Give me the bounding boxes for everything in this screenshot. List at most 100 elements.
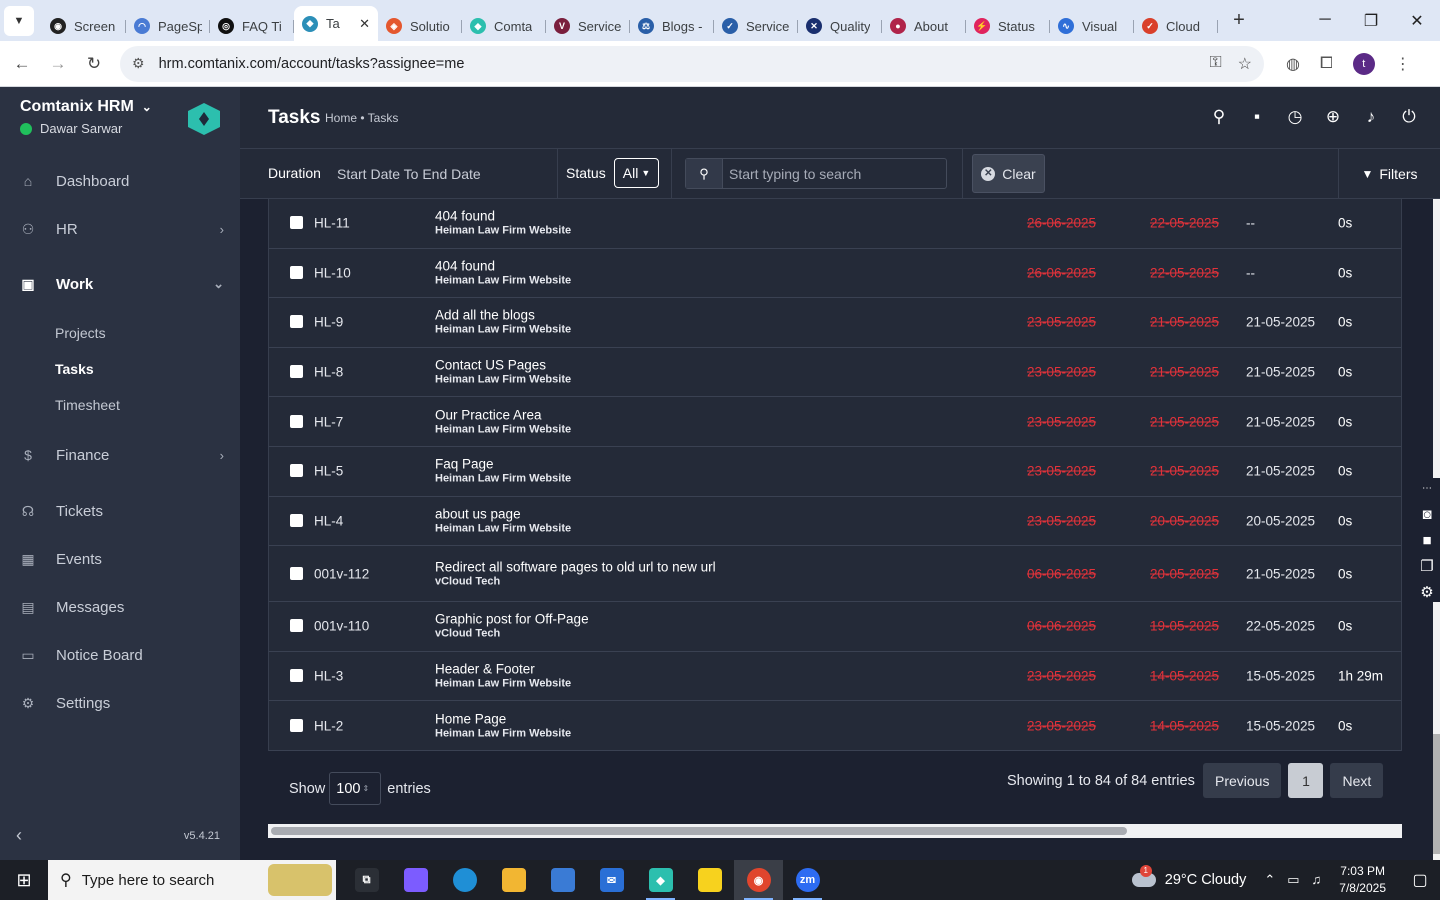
sidebar-item-tickets[interactable]: ☊ Tickets [0,487,240,535]
browser-tab[interactable]: ∿ Visual [1050,11,1134,41]
task-id[interactable]: HL-10 [314,265,351,280]
taskbar-search[interactable]: ⚲ Type here to search [48,860,336,900]
task-id[interactable]: 001v-110 [314,619,369,634]
browser-tab[interactable]: ⚖ Blogs - [630,11,714,41]
profile-avatar[interactable]: t [1352,52,1375,75]
back-button[interactable]: ← [4,54,40,74]
notifications-icon[interactable]: ▢ [1400,870,1440,890]
collapse-sidebar-icon[interactable]: ‹ [16,825,22,846]
browser-tab[interactable]: ◉ Screen [42,11,126,41]
table-row[interactable]: HL-4 23-05-2025 20-05-2025 20-05-2025 0s abou… [269,497,1401,547]
taskbar-app-mail[interactable]: ✉ [587,860,636,900]
row-checkbox[interactable] [290,464,303,478]
clock-icon[interactable]: ◷ [1286,107,1304,127]
close-tab-icon[interactable]: ✕ [359,16,370,32]
browser-tab[interactable]: ✕ Quality [798,11,882,41]
browser-tab[interactable]: ◠ PageSp [126,11,210,41]
task-id[interactable]: 001v-112 [314,566,369,581]
row-checkbox[interactable] [290,513,303,527]
sidebar-subitem-timesheet[interactable]: Timesheet [0,387,240,423]
task-name-link[interactable]: 404 found [435,258,725,273]
browser-tab[interactable]: ◆ Ta ✕ [294,6,378,41]
weather-widget[interactable]: 1 29°C Cloudy [1131,865,1246,888]
sidebar-item-messages[interactable]: ▤ Messages [0,583,240,631]
taskbar-app-edge[interactable] [440,860,489,900]
site-info-icon[interactable]: ⚙ [132,55,145,72]
add-circle-icon[interactable]: ⊕ [1324,107,1342,127]
reload-button[interactable]: ↻ [76,54,112,74]
sidebar-item-events[interactable]: ▦ Events [0,535,240,583]
camera-icon[interactable]: ◙ [1422,506,1431,524]
browser-tab[interactable]: ◆ Comta [462,11,546,41]
translate-icon[interactable]: ◍ [1286,54,1300,74]
row-checkbox[interactable] [290,365,303,379]
table-row[interactable]: HL-9 23-05-2025 21-05-2025 21-05-2025 0s Add … [269,298,1401,348]
browser-tab[interactable]: ◈ Solutio [378,11,462,41]
table-row[interactable]: HL-7 23-05-2025 21-05-2025 21-05-2025 0s Our … [269,397,1401,447]
status-select[interactable]: All ▼ [614,158,659,188]
table-row[interactable]: HL-8 23-05-2025 21-05-2025 21-05-2025 0s Cont… [269,348,1401,398]
search-icon[interactable]: ⚲ [1210,107,1228,127]
volume-icon[interactable]: ♫ [1312,872,1322,888]
task-name-link[interactable]: Add all the blogs [435,308,725,323]
filters-button[interactable]: ▼ Filters [1338,149,1440,199]
browser-tab[interactable]: ✓ Service [714,11,798,41]
taskbar-app-comtanix[interactable]: ◆ [636,860,685,900]
task-name-link[interactable]: Redirect all software pages to old url t… [435,559,725,574]
taskbar-app-sticky-notes[interactable] [685,860,734,900]
taskbar-app-chrome[interactable]: ◉ [734,860,783,900]
row-checkbox[interactable] [290,265,303,279]
table-row[interactable]: 001v-112 06-06-2025 20-05-2025 21-05-2025 0s… [269,546,1401,603]
task-id[interactable]: HL-5 [314,464,343,479]
search-input[interactable] [723,165,938,182]
video-camera-icon[interactable]: ■ [1422,532,1431,550]
tab-search-button[interactable]: ▼ [4,5,34,36]
date-range-picker[interactable]: Start Date To End Date [337,166,481,182]
taskbar-app-copilot[interactable] [391,860,440,900]
table-row[interactable]: HL-10 26-06-2025 22-05-2025 -- 0s 404 found He… [269,249,1401,299]
close-window-button[interactable]: ✕ [1394,11,1440,31]
row-checkbox[interactable] [290,566,303,580]
current-user[interactable]: Dawar Sarwar [20,121,122,136]
next-page-button[interactable]: Next [1330,763,1384,798]
browser-tab[interactable]: ⚡ Status [966,11,1050,41]
task-name-link[interactable]: 404 found [435,209,725,224]
row-checkbox[interactable] [290,718,303,732]
browser-tab[interactable]: ● About [882,11,966,41]
task-name-link[interactable]: Home Page [435,711,725,726]
row-checkbox[interactable] [290,414,303,428]
row-checkbox[interactable] [290,315,303,329]
sidebar-item-settings[interactable]: ⚙ Settings [0,679,240,727]
new-tab-button[interactable]: + [1224,9,1254,32]
bookmark-star-icon[interactable]: ☆ [1238,54,1252,74]
previous-page-button[interactable]: Previous [1203,763,1282,798]
bell-icon[interactable]: ♪ [1362,107,1380,127]
table-row[interactable]: HL-11 26-06-2025 22-05-2025 -- 0s 404 found He… [269,199,1401,249]
horizontal-scrollbar[interactable] [268,824,1402,838]
task-id[interactable]: HL-4 [314,513,343,528]
task-id[interactable]: HL-11 [314,216,350,231]
sticky-note-icon[interactable]: ▪ [1248,107,1266,127]
row-checkbox[interactable] [290,669,303,683]
task-name-link[interactable]: Graphic post for Off-Page [435,612,725,627]
sidebar-item-work[interactable]: ▣ Work ⌄ [0,253,240,315]
network-icon[interactable]: ▭ [1287,872,1299,888]
task-name-link[interactable]: Contact US Pages [435,358,725,373]
browser-tab[interactable]: ✓ Cloud [1134,11,1218,41]
task-name-link[interactable]: about us page [435,506,725,521]
table-row[interactable]: HL-2 23-05-2025 14-05-2025 15-05-2025 0s Home… [269,701,1401,751]
task-id[interactable]: HL-2 [314,718,343,733]
sidebar-item-finance[interactable]: $ Finance › [0,423,240,487]
minimize-button[interactable]: ─ [1302,11,1348,31]
power-icon[interactable]: ⏻ [1400,107,1418,127]
maximize-button[interactable]: ❐ [1348,11,1394,31]
company-switcher[interactable]: Comtanix HRM ⌄ [20,98,152,116]
taskbar-app-file-explorer[interactable] [489,860,538,900]
gear-icon[interactable]: ⚙ [1420,584,1433,602]
table-row[interactable]: HL-3 23-05-2025 14-05-2025 15-05-2025 1h 29m… [269,652,1401,702]
taskbar-app-task-view[interactable]: ⧉ [342,860,391,900]
task-id[interactable]: HL-9 [314,315,343,330]
taskbar-clock[interactable]: 7:03 PM 7/8/2025 [1339,863,1386,897]
task-name-link[interactable]: Our Practice Area [435,407,725,422]
browser-tab[interactable]: V Service [546,11,630,41]
